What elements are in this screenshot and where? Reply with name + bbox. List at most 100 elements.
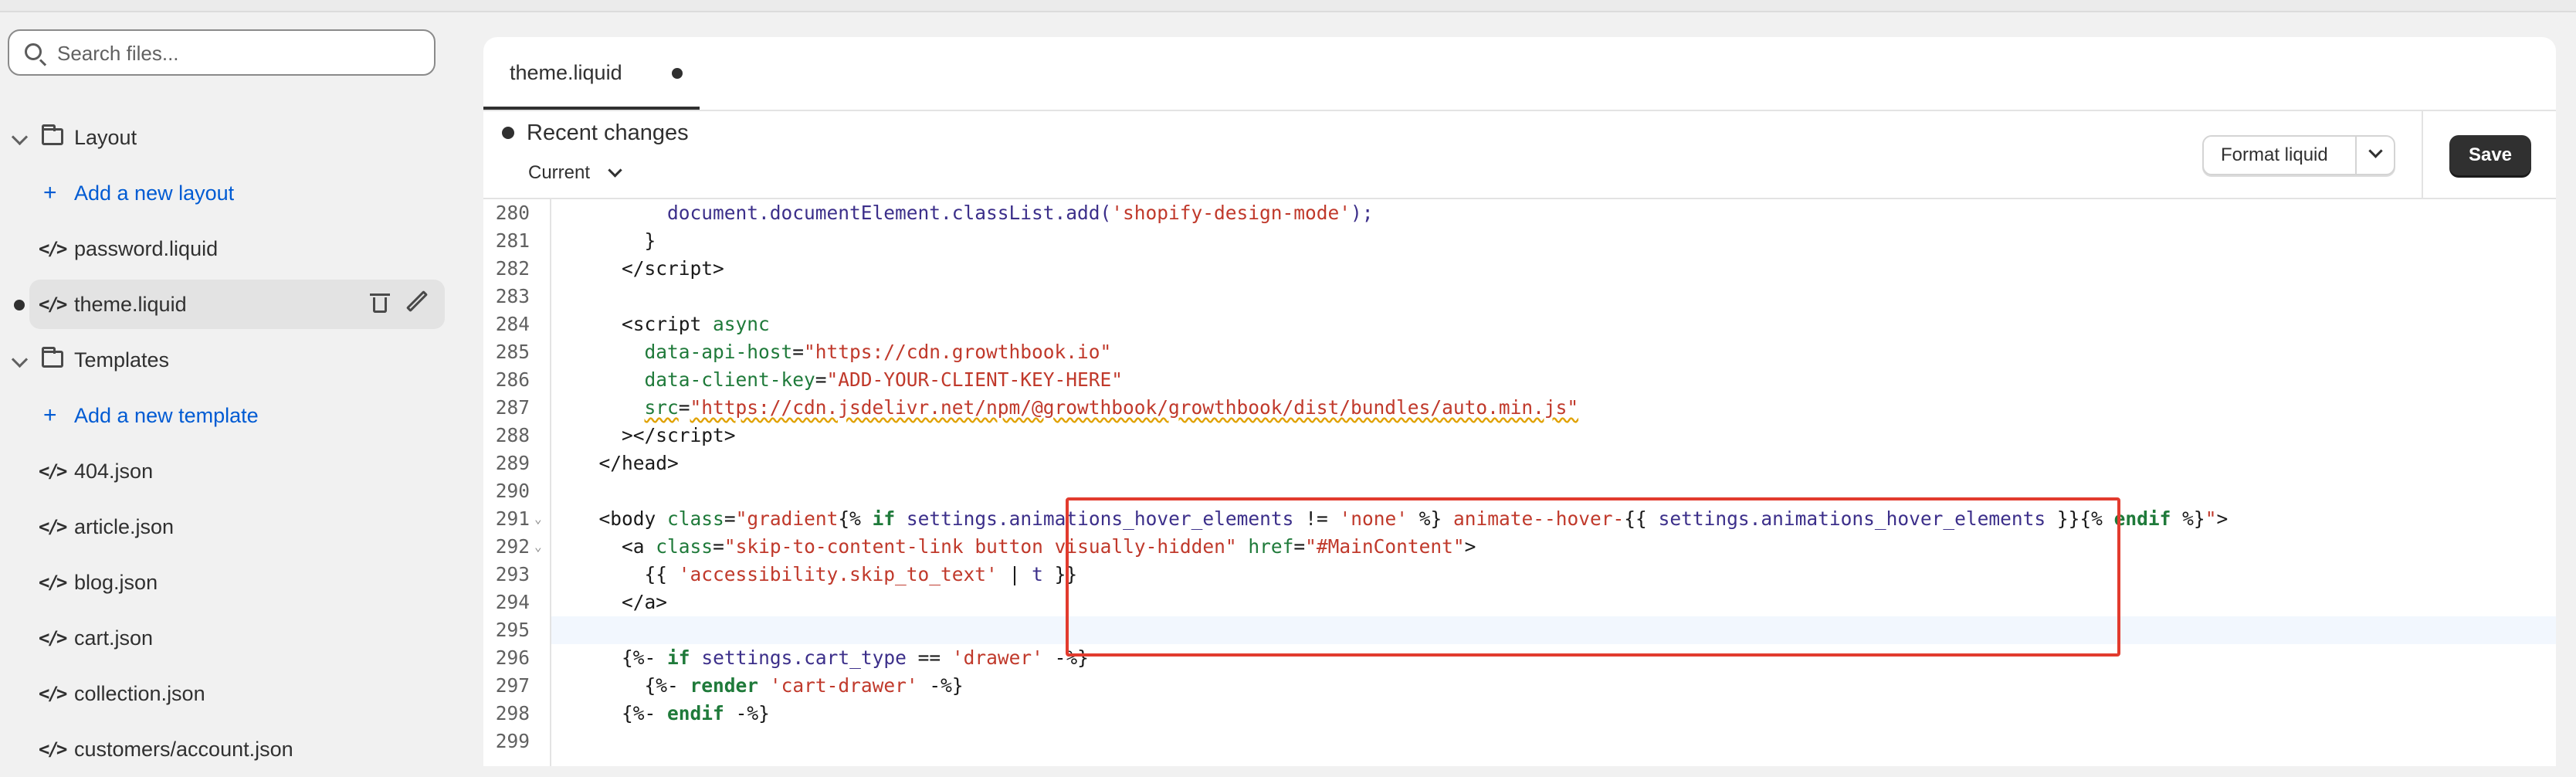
code-icon: </>	[39, 683, 67, 704]
line-number: 280	[495, 202, 530, 224]
code-icon: </>	[39, 572, 67, 593]
dot-icon	[502, 127, 514, 139]
line-number: 293	[495, 563, 530, 585]
line-number: 299	[495, 730, 530, 752]
folder-templates[interactable]: Templates	[0, 332, 457, 388]
folder-icon	[42, 124, 63, 145]
line-number: 296	[495, 646, 530, 669]
code-icon: </>	[39, 738, 67, 760]
top-bar	[0, 0, 2576, 12]
file-item[interactable]: </> cart.json	[0, 610, 457, 666]
file-item[interactable]: </> blog.json	[0, 555, 457, 610]
add-layout-link[interactable]: + Add a new layout	[0, 165, 457, 221]
code-icon: </>	[39, 516, 67, 538]
file-label: article.json	[74, 515, 175, 538]
plus-icon: +	[43, 180, 57, 205]
code-line: }	[644, 229, 656, 252]
line-number: 287	[495, 396, 530, 419]
folder-icon	[42, 347, 63, 368]
save-button[interactable]: Save	[2449, 135, 2531, 175]
code-line: {%- if settings.cart_type == 'drawer' -%…	[622, 646, 1089, 669]
format-liquid-button[interactable]: Format liquid	[2202, 135, 2395, 175]
line-number: 284	[495, 313, 530, 335]
file-label: theme.liquid	[74, 293, 187, 316]
code-icon: </>	[39, 460, 67, 482]
file-label: cart.json	[74, 626, 154, 650]
trash-icon[interactable]	[370, 292, 390, 313]
highlight-annotation-box	[1066, 497, 2120, 657]
line-number: 290	[495, 480, 530, 502]
code-line: {%- endif -%}	[622, 702, 770, 724]
code-line: ></script>	[622, 424, 736, 446]
fold-chevron-icon[interactable]: ⌄	[534, 505, 542, 533]
file-item[interactable]: </> 404.json	[0, 443, 457, 499]
format-label: Format liquid	[2221, 144, 2328, 165]
code-icon: </>	[39, 293, 67, 315]
add-template-label: Add a new template	[74, 404, 259, 427]
line-number: 281	[495, 229, 530, 252]
tab-label: theme.liquid	[510, 61, 622, 84]
editor-pane: theme.liquid Recent changes Current Form…	[483, 37, 2556, 766]
line-number: 294	[495, 591, 530, 613]
unsaved-dot-icon	[672, 68, 683, 79]
file-sidebar: Layout + Add a new layout </> password.l…	[0, 12, 457, 766]
file-item[interactable]: </> password.liquid	[0, 221, 457, 277]
code-line: </head>	[598, 452, 679, 474]
code-line: data-client-key="ADD-YOUR-CLIENT-KEY-HER…	[644, 368, 1124, 391]
file-label: customers/account.json	[74, 738, 293, 761]
search-box[interactable]	[8, 29, 436, 76]
code-line: data-api-host="https://cdn.growthbook.io…	[644, 341, 1112, 363]
fold-chevron-icon[interactable]: ⌄	[534, 533, 542, 561]
code-line: {%- render 'cart-drawer' -%}	[644, 674, 964, 697]
file-item[interactable]: </> customers/account.json	[0, 721, 457, 777]
chevron-down-icon[interactable]	[608, 163, 622, 178]
code-line: </a>	[622, 591, 668, 613]
code-editor[interactable]: 280 281 282 283 284 285 286 287 288 289 …	[483, 199, 2556, 766]
code-line: {{ 'accessibility.skip_to_text' | t }}	[644, 563, 1078, 585]
line-number: 289	[495, 452, 530, 474]
line-number: 282	[495, 257, 530, 280]
search-icon	[25, 43, 42, 60]
version-select[interactable]: Current	[528, 158, 590, 188]
code-icon: </>	[39, 238, 67, 260]
folder-label: Layout	[74, 126, 137, 149]
line-number: 285	[495, 341, 530, 363]
line-gutter: 280 281 282 283 284 285 286 287 288 289 …	[483, 199, 551, 766]
add-layout-label: Add a new layout	[74, 182, 235, 205]
folder-label: Templates	[74, 348, 170, 372]
code-icon: </>	[39, 627, 67, 649]
add-template-link[interactable]: + Add a new template	[0, 388, 457, 443]
file-label: 404.json	[74, 460, 154, 483]
chevron-down-icon[interactable]	[2368, 144, 2383, 158]
folder-layout[interactable]: Layout	[0, 110, 457, 165]
line-number: 286	[495, 368, 530, 391]
line-number: 291	[495, 507, 530, 530]
dot-icon	[14, 300, 25, 310]
file-item-active[interactable]: </> theme.liquid	[0, 277, 457, 332]
tab-bar: theme.liquid	[483, 37, 2556, 111]
code-line: src="https://cdn.jsdelivr.net/npm/@growt…	[644, 396, 1579, 419]
line-number: 297	[495, 674, 530, 697]
code-line: document.documentElement.classList.add('…	[667, 202, 1374, 224]
tab-theme-liquid[interactable]: theme.liquid	[483, 37, 700, 110]
line-number: 295	[495, 619, 530, 641]
code-line: </script>	[622, 257, 724, 280]
search-input[interactable]	[56, 31, 429, 76]
recent-changes-title: Recent changes	[527, 120, 689, 145]
line-number: 288	[495, 424, 530, 446]
file-label: password.liquid	[74, 237, 219, 260]
line-number: 292	[495, 535, 530, 558]
file-item[interactable]: </> collection.json	[0, 666, 457, 721]
code-line: <script async	[622, 313, 770, 335]
plus-icon: +	[43, 402, 57, 428]
line-number: 298	[495, 702, 530, 724]
file-label: collection.json	[74, 682, 205, 705]
recent-changes-bar: Recent changes Current Format liquid Sav…	[483, 111, 2556, 199]
divider	[2422, 111, 2423, 198]
line-number: 283	[495, 285, 530, 307]
file-item[interactable]: </> article.json	[0, 499, 457, 555]
file-label: blog.json	[74, 571, 158, 594]
divider	[2355, 137, 2357, 174]
chevron-down-icon	[11, 128, 29, 146]
chevron-down-icon	[11, 351, 29, 368]
